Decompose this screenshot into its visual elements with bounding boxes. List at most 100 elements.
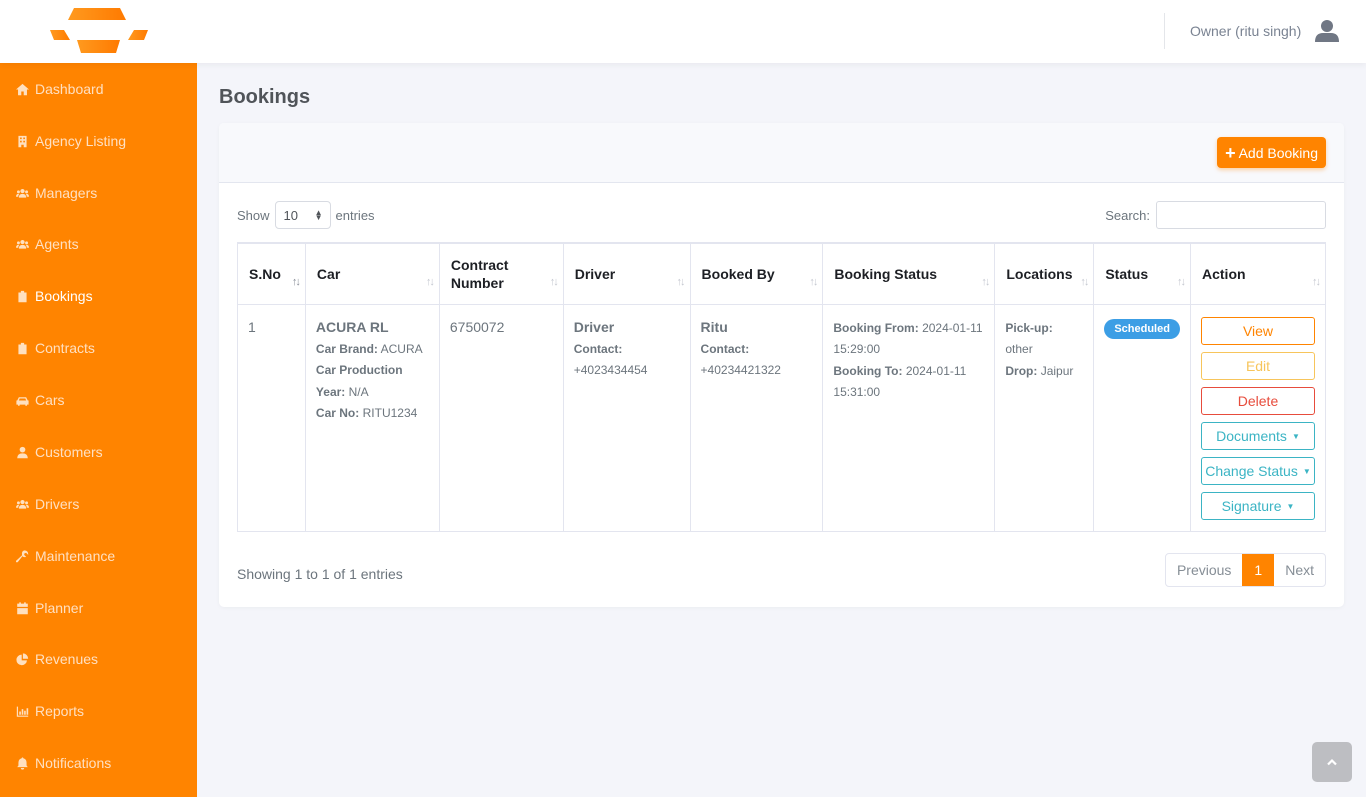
column-header-action[interactable]: Action ↑↓	[1190, 242, 1326, 305]
column-label: Action	[1202, 265, 1246, 282]
sidebar-item-label: Planner	[35, 600, 84, 616]
column-header-status[interactable]: Status ↑↓	[1093, 242, 1191, 305]
page-length-select[interactable]: 10 ▲ ▼	[274, 201, 331, 229]
sidebar-item-label: Bookings	[35, 288, 93, 304]
contract-number-value: 6750072	[449, 318, 505, 335]
pie-chart-icon	[16, 652, 29, 665]
bar-chart-icon	[16, 706, 29, 717]
cell-booking-status: Booking From: 2024-01-11 15:29:00 Bookin…	[822, 303, 996, 532]
add-booking-label: Add Booking	[1238, 144, 1318, 161]
column-label: Contract Number	[450, 256, 509, 291]
cell-status: Scheduled	[1093, 303, 1191, 532]
sidebar: Dashboard Agency Listing Managers Agents…	[0, 63, 197, 797]
sidebar-item-managers[interactable]: Managers	[0, 175, 197, 211]
sidebar-item-contracts[interactable]: Contracts	[0, 330, 197, 366]
sidebar-item-dashboard[interactable]: Dashboard	[0, 71, 197, 107]
column-header-sno[interactable]: S.No ↑↓	[237, 242, 306, 305]
sort-icon: ↑↓	[809, 276, 818, 288]
cell-locations: Pick-up: other Drop: Jaipur	[994, 303, 1095, 532]
change-status-label: Change Status	[1205, 462, 1298, 479]
sidebar-item-maintenance[interactable]: Maintenance	[0, 538, 197, 574]
pagination-page-1[interactable]: 1	[1242, 554, 1275, 586]
cell-booked-by: Ritu Contact: +40234421322	[689, 303, 824, 532]
view-button[interactable]: View	[1201, 316, 1315, 345]
sidebar-item-drivers[interactable]: Drivers	[0, 486, 197, 522]
column-label: Locations	[1006, 265, 1073, 282]
scroll-to-top-button[interactable]	[1312, 742, 1352, 782]
users-icon	[16, 188, 29, 198]
clipboard-icon	[18, 342, 27, 354]
sidebar-item-reports[interactable]: Reports	[0, 693, 197, 729]
sidebar-item-planner[interactable]: Planner	[0, 590, 197, 626]
sidebar-item-label: Contracts	[35, 340, 95, 356]
column-header-booked-by[interactable]: Booked By ↑↓	[689, 242, 824, 305]
sidebar-item-agency-listing[interactable]: Agency Listing	[0, 123, 197, 159]
change-status-dropdown-button[interactable]: Change Status ▼	[1201, 456, 1315, 485]
building-icon	[18, 135, 27, 147]
booked-by-contact-label: Contact:	[700, 341, 750, 356]
caret-down-icon: ▼	[1302, 466, 1311, 476]
car-no: Car No: RITU1234	[316, 403, 429, 425]
users-icon	[16, 499, 29, 509]
page-length-control: Show 10 ▲ ▼ entries	[237, 201, 375, 229]
header-divider	[1164, 13, 1165, 49]
user-name[interactable]: Owner (ritu singh)	[1190, 23, 1301, 39]
sidebar-item-cars[interactable]: Cars	[0, 382, 197, 418]
status-badge: Scheduled	[1104, 318, 1180, 339]
caret-down-icon: ▼	[1291, 431, 1300, 441]
sort-icon: ↑↓	[291, 276, 301, 288]
bookings-table: S.No ↑↓ Car ↑↓ Contract Number ↑↓ Driver ↑↓ …	[237, 242, 1326, 532]
caret-down-icon: ▼	[1286, 501, 1295, 511]
wrench-icon	[16, 549, 29, 562]
sidebar-item-notifications[interactable]: Notifications	[0, 745, 197, 781]
sidebar-item-bookings[interactable]: Bookings	[0, 278, 197, 314]
sidebar-item-revenues[interactable]: Revenues	[0, 641, 197, 677]
column-header-contract-number[interactable]: Contract Number ↑↓	[438, 242, 564, 305]
sort-icon: ↑↓	[676, 276, 686, 288]
car-brand-label: Car Brand:	[315, 341, 378, 356]
pagination-previous[interactable]: Previous	[1166, 554, 1242, 586]
signature-dropdown-button[interactable]: Signature ▼	[1201, 491, 1315, 520]
booked-by-name: Ritu	[700, 318, 728, 335]
column-header-booking-status[interactable]: Booking Status ↑↓	[822, 242, 996, 305]
column-header-driver[interactable]: Driver ↑↓	[562, 242, 691, 305]
driver-name: Driver	[573, 318, 615, 335]
sidebar-item-label: Managers	[35, 185, 98, 201]
pagination-next[interactable]: Next	[1274, 554, 1325, 586]
sidebar-item-agents[interactable]: Agents	[0, 226, 197, 262]
column-label: Car	[316, 265, 341, 282]
search-label: Search:	[1105, 207, 1150, 223]
page-length-value: 10	[283, 207, 298, 223]
search-input[interactable]	[1156, 201, 1326, 229]
clipboard-icon	[18, 290, 27, 302]
sidebar-item-label: Agents	[35, 236, 79, 252]
sort-icon: ↑↓	[1312, 276, 1321, 288]
sort-icon: ↑↓	[1177, 276, 1186, 288]
sidebar-item-customers[interactable]: Customers	[0, 434, 197, 470]
documents-dropdown-button[interactable]: Documents ▼	[1201, 421, 1315, 450]
sidebar-item-label: Customers	[35, 444, 103, 460]
cell-driver: Driver Contact: +4023434454	[562, 303, 691, 532]
documents-label: Documents	[1216, 427, 1287, 444]
calendar-icon	[17, 601, 28, 614]
add-booking-button[interactable]: + Add Booking	[1217, 137, 1326, 168]
chevron-up-icon	[1327, 758, 1337, 766]
sidebar-item-label: Maintenance	[35, 548, 116, 564]
column-header-locations[interactable]: Locations ↑↓	[994, 242, 1095, 305]
sort-icon: ↑↓	[981, 276, 990, 288]
show-label: Show	[237, 207, 270, 223]
user-avatar-icon[interactable]	[1315, 20, 1339, 42]
car-year-value: N/A	[348, 384, 369, 399]
brand-logo[interactable]	[48, 8, 150, 56]
cell-car: ACURA RL Car Brand: ACURA Car Production…	[304, 303, 440, 532]
column-label: S.No	[249, 265, 281, 282]
sidebar-item-label: Notifications	[35, 755, 112, 771]
column-header-car[interactable]: Car ↑↓	[304, 242, 440, 305]
pickup-value: other	[1005, 342, 1033, 356]
sidebar-item-label: Dashboard	[35, 81, 104, 97]
delete-button[interactable]: Delete	[1201, 386, 1315, 415]
sort-icon: ↑↓	[1080, 276, 1089, 288]
user-icon	[17, 446, 28, 458]
edit-button[interactable]: Edit	[1201, 351, 1315, 380]
column-label: Driver	[574, 265, 616, 282]
